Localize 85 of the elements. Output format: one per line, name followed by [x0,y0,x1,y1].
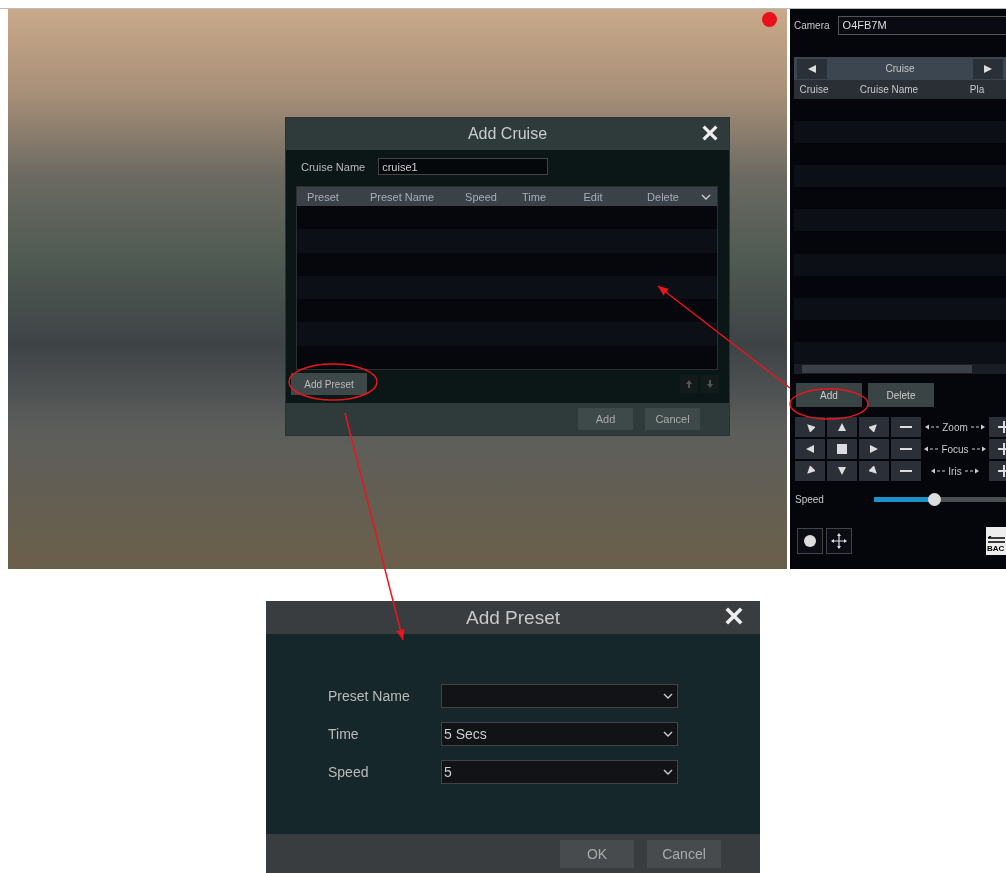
minus-button[interactable] [891,439,921,459]
ptz-direction-button[interactable] [859,439,889,459]
ptz-direction-button[interactable] [795,417,825,437]
column-header: Cruise [798,84,830,95]
ptz-direction-button[interactable] [827,461,857,481]
move-icon [831,533,847,549]
stop-icon [837,444,847,454]
minus-icon [900,470,912,472]
previous-button[interactable] [797,58,827,79]
dashed-arrow-icon [931,468,946,474]
dashed-arrow-icon [964,468,979,474]
minus-button[interactable] [891,461,921,481]
dashed-arrow-icon [924,446,939,452]
speed-label: Speed [795,494,824,505]
close-button[interactable] [724,607,744,627]
diagonal-arrow-icon [805,422,815,432]
slider-thumb[interactable] [927,493,941,506]
diagonal-arrow-icon [869,422,879,432]
diagonal-arrow-icon [869,466,879,476]
column-header: Delete [646,190,680,203]
back-button[interactable]: BAC [986,527,1006,555]
left-arrow-icon [807,63,817,74]
ok-button[interactable]: OK [560,840,634,868]
minus-icon [900,426,912,428]
add-button[interactable]: Add [796,383,862,407]
dropdown-field[interactable]: 5 Secs [441,722,678,746]
up-arrow-icon [837,422,847,432]
horizontal-scrollbar[interactable] [794,364,1006,374]
minus-icon [900,448,912,450]
dashed-arrow-icon [925,424,940,430]
minus-button[interactable] [891,417,921,437]
dialog-title: Add Cruise [467,125,548,143]
right-arrow-icon [983,63,993,74]
ptz-control-label: Focus [941,443,969,455]
field-label: Speed [328,764,370,780]
close-icon [725,607,743,625]
dashed-arrow-icon [971,446,986,452]
camera-label: Camera [794,19,830,31]
column-header: Preset [306,190,340,203]
right-arrow-icon [869,444,879,454]
cruise-name-label: Cruise Name [301,160,366,173]
ptz-direction-button[interactable] [795,461,825,481]
field-label: Preset Name [328,688,411,704]
column-header: Time [520,190,547,203]
cancel-button[interactable]: Cancel [645,408,700,430]
dropdown-field[interactable] [441,684,678,708]
add-preset-button[interactable]: Add Preset [291,373,367,395]
dashed-arrow-icon [970,424,985,430]
next-button[interactable] [973,58,1003,79]
column-header: Pla [968,84,986,95]
chevron-down-icon [663,693,673,699]
down-arrow-icon [707,380,713,388]
cruise-title: Cruise [885,63,915,74]
chevron-down-icon [663,731,673,737]
record-button[interactable] [797,528,823,554]
ptz-direction-button[interactable] [795,439,825,459]
chevron-down-icon [663,769,673,775]
dialog-title: Add Preset [466,606,560,629]
delete-button[interactable]: Delete [868,383,934,407]
column-header: Speed [464,190,498,203]
column-header: Cruise Name [858,84,920,95]
ptz-direction-button[interactable] [827,417,857,437]
add-button[interactable]: Add [578,408,633,430]
column-header: Edit [582,190,604,203]
camera-select[interactable]: O4FB7M [837,15,1006,35]
ptz-control-label: Zoom [942,421,968,433]
ptz-direction-button[interactable] [859,461,889,481]
cancel-button[interactable]: Cancel [647,840,721,868]
field-label: Time [328,726,360,742]
diagonal-arrow-icon [805,466,815,476]
column-header: Preset Name [368,190,436,203]
back-arrow-icon [987,536,1005,544]
up-arrow-icon [686,380,692,388]
move-button[interactable] [826,528,852,554]
close-icon [702,125,718,141]
cruise-name-field[interactable]: cruise1 [378,158,549,175]
close-button[interactable] [701,125,719,143]
left-arrow-icon [805,444,815,454]
ptz-control-label: Iris [948,465,962,477]
ptz-direction-button[interactable] [827,439,857,459]
chevron-down-icon [701,193,711,200]
ptz-direction-button[interactable] [859,417,889,437]
dot-icon [804,535,816,547]
dropdown-field[interactable]: 5 [441,760,678,784]
down-arrow-icon [837,466,847,476]
